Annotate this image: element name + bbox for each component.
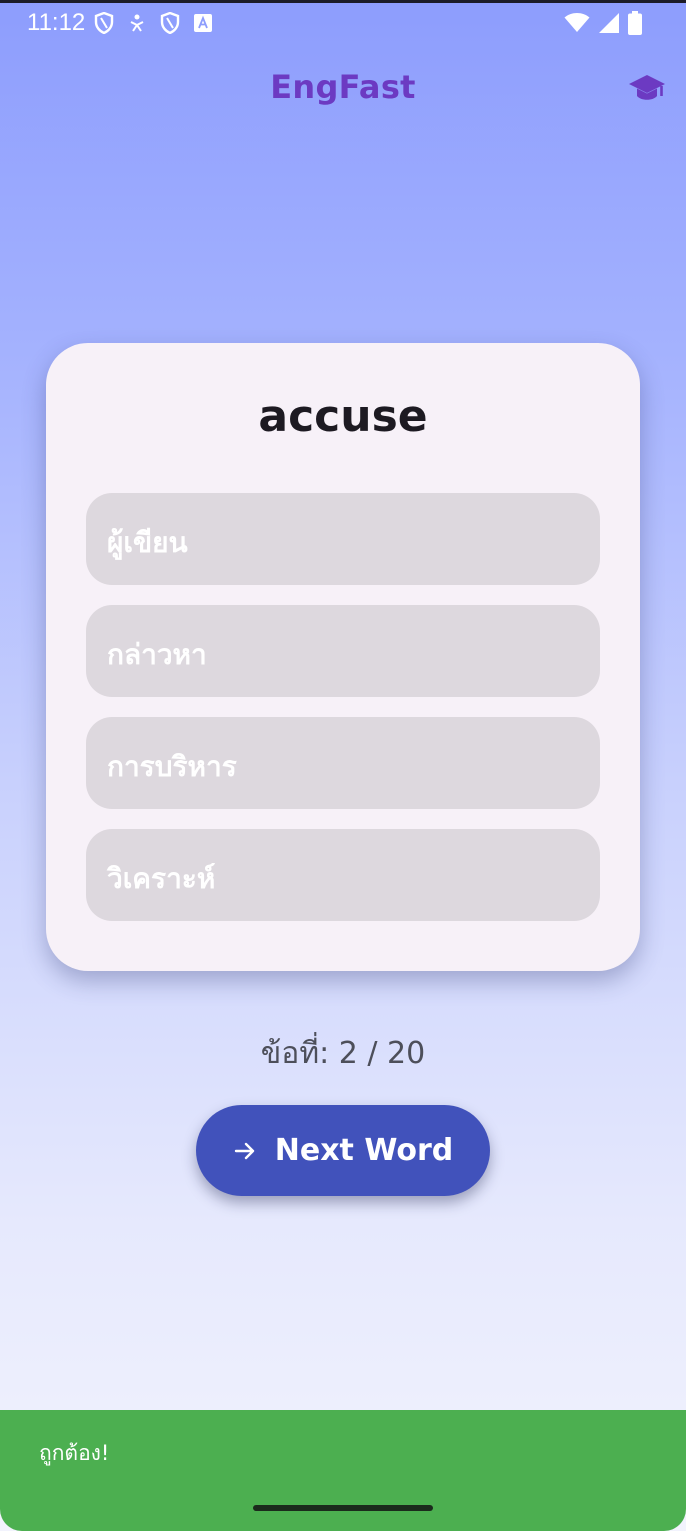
answer-option-label: กล่าวหา (107, 638, 207, 671)
app-title: EngFast (270, 68, 416, 106)
status-right-icons (564, 11, 642, 35)
status-left-icons (94, 12, 212, 34)
snackbar-message: ถูกต้อง! (39, 1441, 110, 1465)
home-indicator[interactable] (253, 1505, 433, 1511)
quiz-word: accuse (258, 391, 428, 442)
wifi-icon (564, 13, 590, 32)
next-word-button[interactable]: Next Word (196, 1105, 490, 1196)
answer-option-4[interactable]: วิเคราะห์ (86, 829, 600, 921)
accessibility-icon (130, 14, 144, 32)
next-word-label: Next Word (274, 1133, 454, 1168)
answer-option-label: วิเคราะห์ (107, 862, 216, 895)
snackbar: ถูกต้อง! (0, 1410, 686, 1531)
status-bar: 11:12 (0, 3, 686, 41)
quiz-card: accuse ผู้เขียน กล่าวหา การบริหาร วิเครา… (46, 343, 640, 971)
font-a-icon (194, 14, 212, 32)
answer-option-3[interactable]: การบริหาร (86, 717, 600, 809)
answer-option-1[interactable]: ผู้เขียน (86, 493, 600, 585)
graduation-cap-icon[interactable] (628, 72, 666, 106)
battery-icon (628, 11, 642, 35)
question-progress: ข้อที่: 2 / 20 (260, 1036, 426, 1071)
shield-outline-icon (160, 12, 180, 34)
cellular-signal-icon (599, 13, 619, 33)
status-time: 11:12 (27, 9, 86, 36)
answer-option-label: การบริหาร (107, 750, 237, 783)
app-header: EngFast (0, 60, 686, 120)
answer-option-2[interactable]: กล่าวหา (86, 605, 600, 697)
shield-outline-icon (94, 12, 114, 34)
answer-option-label: ผู้เขียน (107, 526, 188, 559)
arrow-right-icon (234, 1142, 254, 1159)
